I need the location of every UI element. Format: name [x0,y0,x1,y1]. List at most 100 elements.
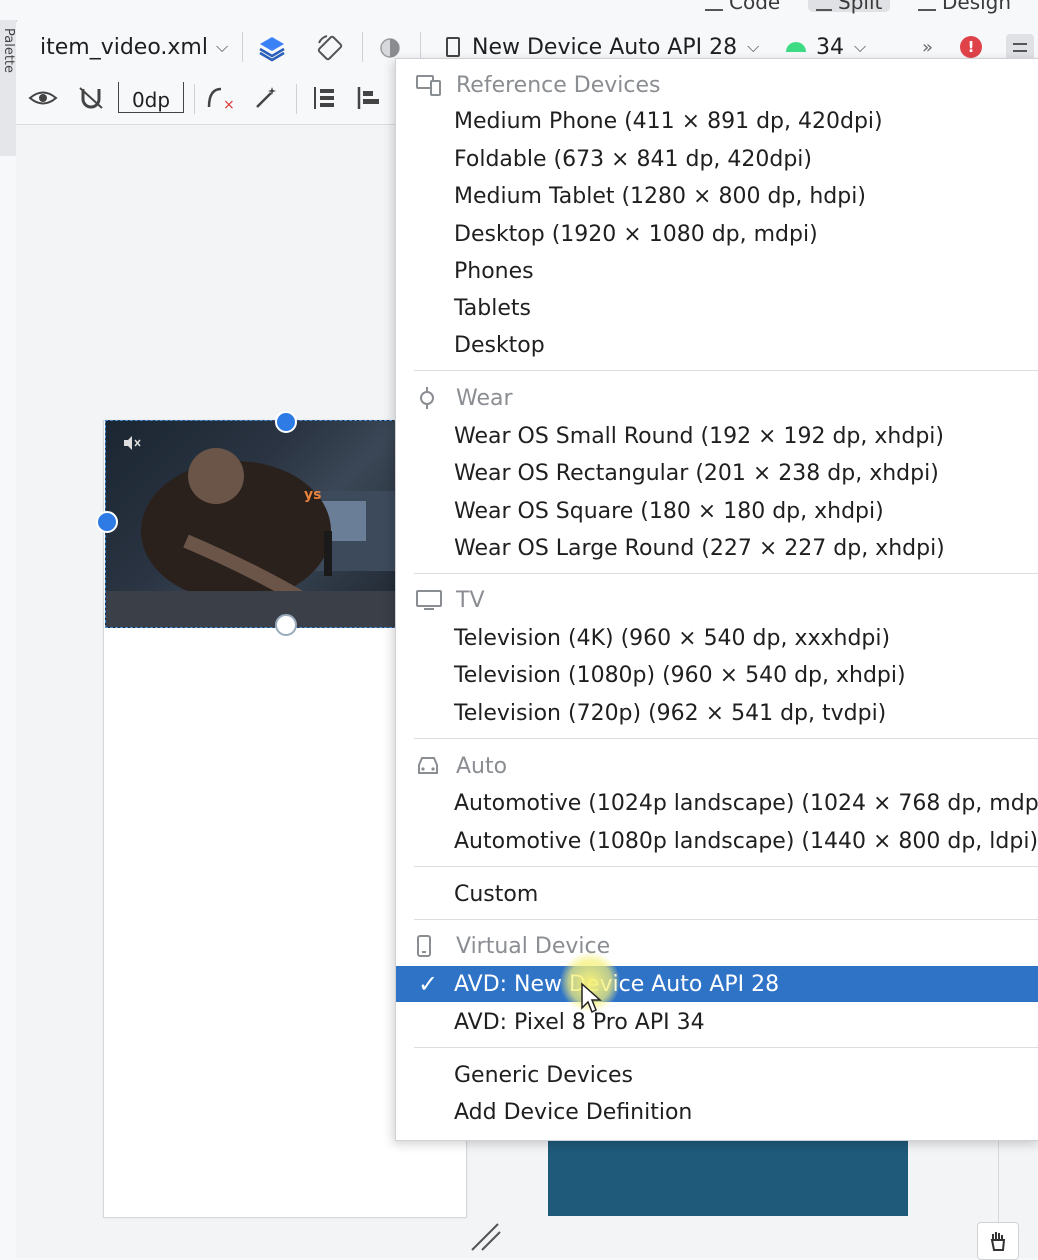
menu-item-medium-tablet[interactable]: Medium Tablet (1280 × 800 dp, hdpi) [396,178,1038,214]
orientation-icon[interactable] [312,30,348,66]
menu-divider [414,866,1038,867]
default-margin-input[interactable]: 0dp [118,82,184,113]
menu-divider [414,738,1038,739]
menu-item-avd-pixel-8-pro[interactable]: AVD: Pixel 8 Pro API 34 [396,1004,1038,1040]
menu-item-label: Tablets [454,295,531,321]
section-wear: Wear [396,381,1038,415]
svg-text:×: × [223,97,235,111]
pan-hand-icon[interactable] [977,1222,1019,1260]
right-tool-panel [977,1140,1038,1260]
menu-item-label: Wear OS Large Round (227 × 227 dp, xhdpi… [454,535,945,561]
chevron-down-icon: ⌵ [854,37,867,56]
menu-item-label: Generic Devices [454,1062,634,1088]
eye-icon[interactable] [26,84,60,112]
palette-tab-label: Palette [1,28,16,74]
split-icon [816,0,832,11]
code-mode-label: Code [729,0,781,14]
menu-item-add-device-definition[interactable]: Add Device Definition [396,1094,1038,1130]
menu-item-medium-phone[interactable]: Medium Phone (411 × 891 dp, 420dpi) [396,103,1038,139]
menu-item-phones[interactable]: Phones [396,253,1038,289]
menu-item-label: Wear OS Square (180 × 180 dp, xhdpi) [454,498,884,524]
menu-item-wear-small-round[interactable]: Wear OS Small Round (192 × 192 dp, xhdpi… [396,418,1038,454]
menu-item-automotive-1080p[interactable]: Automotive (1080p landscape) (1440 × 800… [396,823,1038,859]
design-mode-button[interactable]: Design [918,0,1012,14]
menu-item-label: Medium Tablet (1280 × 800 dp, hdpi) [454,183,866,209]
menu-item-label: Automotive (1024p landscape) (1024 × 768… [454,790,1038,816]
menu-item-label: Automotive (1080p landscape) (1440 × 800… [454,828,1038,854]
menu-divider [414,370,1038,371]
design-mode-label: Design [942,0,1012,14]
layers-icon[interactable] [254,30,290,66]
menu-item-wear-rectangular[interactable]: Wear OS Rectangular (201 × 238 dp, xhdpi… [396,455,1038,491]
devices-icon [396,74,456,96]
phone-icon [446,37,460,57]
menu-item-avd-new-device-auto[interactable]: ✓ AVD: New Device Auto API 28 [396,966,1038,1002]
palette-tab[interactable]: Palette [0,20,17,156]
menu-item-label: Phones [454,258,534,284]
menu-item-label: Foldable (673 × 841 dp, 420dpi) [454,146,813,172]
design-icon [918,0,936,11]
blueprint-preview[interactable] [548,1140,908,1216]
menu-item-tv-4k[interactable]: Television (4K) (960 × 540 dp, xxxhdpi) [396,620,1038,656]
menu-item-wear-square[interactable]: Wear OS Square (180 × 180 dp, xhdpi) [396,493,1038,529]
constraint-toolbar: 0dp × [16,72,416,125]
left-constraint-handle[interactable] [96,511,118,533]
menu-item-foldable[interactable]: Foldable (673 × 841 dp, 420dpi) [396,141,1038,177]
section-tv: TV [396,583,1038,617]
android-icon [786,42,806,52]
section-reference-devices: Reference Devices [396,68,1038,102]
watch-icon [396,386,456,410]
checkmark-icon: ✓ [418,970,439,998]
clear-constraints-icon[interactable]: × [202,84,238,112]
top-constraint-handle[interactable] [275,411,297,433]
toolbar-divider [242,32,243,62]
mouse-cursor-icon [580,982,602,1018]
video-view[interactable]: ys [105,420,397,628]
code-mode-button[interactable]: Code [705,0,781,14]
tv-icon [396,589,456,611]
resize-handle-icon[interactable] [468,1222,502,1256]
menu-item-generic-devices[interactable]: Generic Devices [396,1057,1038,1093]
toolbar-divider [296,84,297,114]
menu-item-label: Television (1080p) (960 × 540 dp, xhdpi) [454,662,906,688]
menu-item-desktop-reference[interactable]: Desktop (1920 × 1080 dp, mdpi) [396,216,1038,252]
menu-item-tv-720p[interactable]: Television (720p) (962 × 541 dp, tvdpi) [396,695,1038,731]
menu-item-tv-1080p[interactable]: Television (1080p) (960 × 540 dp, xhdpi) [396,657,1038,693]
menu-item-label: Add Device Definition [454,1099,693,1125]
menu-item-custom[interactable]: Custom [396,876,1038,912]
magnet-off-icon[interactable] [74,84,108,112]
menu-item-tablets[interactable]: Tablets [396,290,1038,326]
default-margin-value: 0dp [131,88,171,112]
menu-item-label: Wear OS Small Round (192 × 192 dp, xhdpi… [454,423,944,449]
section-title: TV [456,587,485,613]
device-name: New Device Auto API 28 [472,34,738,60]
section-title: Auto [456,753,508,779]
file-selector[interactable]: item_video.xml ⌵ [40,22,228,72]
menu-item-label: Desktop (1920 × 1080 dp, mdpi) [454,221,818,247]
mute-icon[interactable] [122,435,142,455]
section-title: Wear [456,385,513,411]
split-mode-button[interactable]: Split [808,0,891,14]
align-icon[interactable] [352,84,386,112]
section-auto: Auto [396,749,1038,783]
menu-item-desktop[interactable]: Desktop [396,327,1038,363]
chevron-down-icon: ⌵ [215,37,229,56]
toolbar-divider [362,32,363,62]
menu-item-label: Medium Phone (411 × 891 dp, 420dpi) [454,108,883,134]
split-mode-label: Split [838,0,883,14]
menu-item-label: Desktop [454,332,545,358]
pack-icon[interactable] [306,84,340,112]
menu-divider [414,573,1038,574]
menu-divider [414,919,1038,920]
menu-item-label: Television (720p) (962 × 541 dp, tvdpi) [454,700,887,726]
video-thumbnail [106,448,396,627]
section-virtual-device: Virtual Device [396,929,1038,963]
menu-item-wear-large-round[interactable]: Wear OS Large Round (227 × 227 dp, xhdpi… [396,530,1038,566]
magic-wand-icon[interactable] [250,84,282,112]
menu-item-label: Television (4K) (960 × 540 dp, xxxhdpi) [454,625,891,651]
error-icon[interactable]: ! [960,36,982,58]
menu-item-automotive-1024p[interactable]: Automotive (1024p landscape) (1024 × 768… [396,785,1038,821]
menu-item-label: Wear OS Rectangular (201 × 238 dp, xhdpi… [454,460,939,486]
menu-item-label: Custom [454,881,539,907]
bottom-constraint-handle[interactable] [275,614,297,636]
